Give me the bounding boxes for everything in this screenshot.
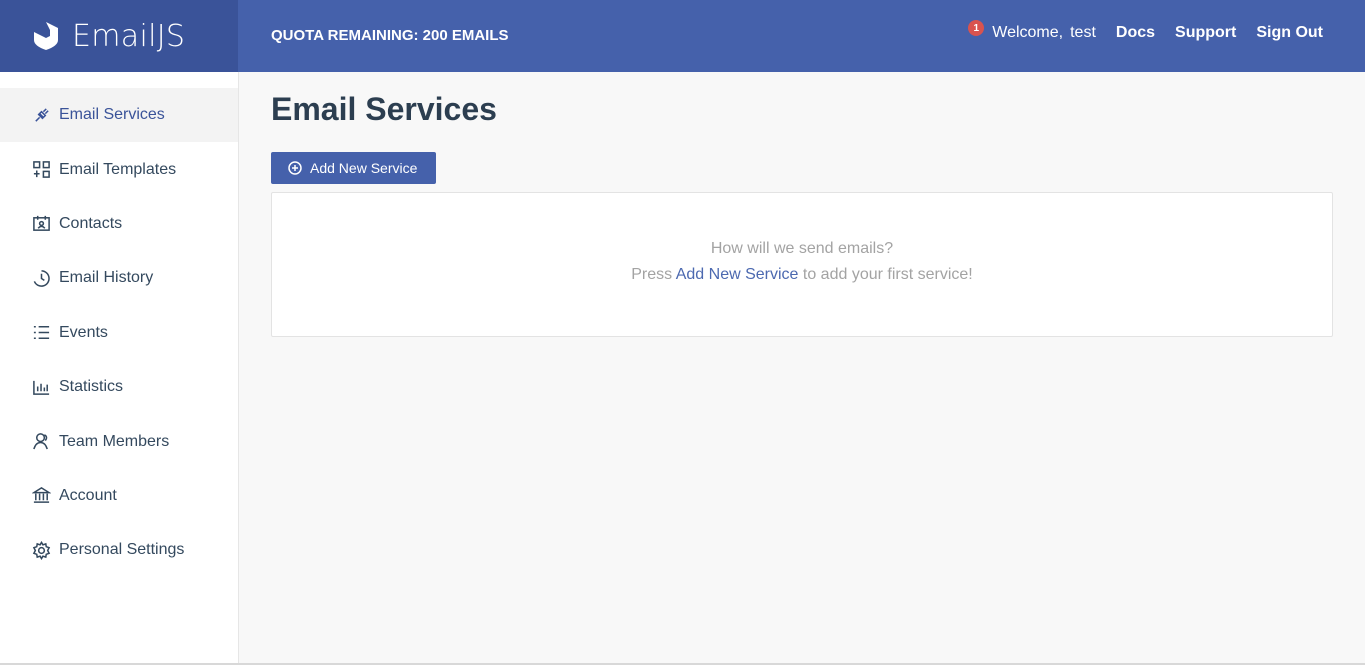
plug-icon <box>31 105 51 125</box>
sidebar-item-personal-settings[interactable]: Personal Settings <box>0 523 238 577</box>
support-link[interactable]: Support <box>1175 24 1236 42</box>
sign-out-link[interactable]: Sign Out <box>1256 24 1323 42</box>
sidebar-item-label: Email History <box>59 269 154 287</box>
sidebar-item-label: Statistics <box>59 378 124 396</box>
sidebar-item-label: Account <box>59 486 117 504</box>
user-welcome[interactable]: 1 Welcome, test <box>968 20 1096 42</box>
sidebar-item-events[interactable]: Events <box>0 306 238 360</box>
add-new-service-button[interactable]: Add New Service <box>271 152 436 184</box>
username[interactable]: test <box>1070 24 1096 42</box>
list-icon <box>31 323 51 343</box>
emailjs-logo-icon <box>34 22 58 50</box>
empty-state-hint: Press Add New Service to add your first … <box>272 266 1332 284</box>
sidebar-item-label: Email Templates <box>59 160 177 178</box>
sidebar-item-email-services[interactable]: Email Services <box>0 88 238 143</box>
brand-name: EmailJS <box>72 18 186 54</box>
sidebar-item-email-templates[interactable]: Email Templates <box>0 142 238 196</box>
empty-hint-prefix: Press <box>631 266 673 283</box>
team-icon <box>31 432 51 452</box>
empty-hint-suffix: to add your first service! <box>802 266 973 283</box>
sidebar-item-label: Personal Settings <box>59 541 185 559</box>
sidebar: Email Services Email Templates Contacts … <box>0 72 239 663</box>
sidebar-item-email-history[interactable]: Email History <box>0 251 238 305</box>
header-nav: 1 Welcome, test Docs Support Sign Out <box>968 20 1323 42</box>
add-new-service-link[interactable]: Add New Service <box>676 266 799 283</box>
sidebar-item-team-members[interactable]: Team Members <box>0 414 238 468</box>
welcome-text: Welcome, <box>992 24 1064 41</box>
empty-state-question: How will we send emails? <box>710 240 894 257</box>
sidebar-item-label: Team Members <box>59 432 170 450</box>
add-new-service-label: Add New Service <box>310 160 418 176</box>
chart-icon <box>31 377 51 397</box>
sidebar-item-label: Events <box>59 323 108 341</box>
plus-circle-icon <box>288 161 302 175</box>
sidebar-item-label: Contacts <box>59 214 123 232</box>
history-icon <box>31 268 51 288</box>
docs-link[interactable]: Docs <box>1116 24 1155 42</box>
brand[interactable]: EmailJS <box>0 0 238 72</box>
gear-icon <box>31 540 51 560</box>
page-title: Email Services <box>271 91 497 127</box>
template-icon <box>31 160 51 180</box>
quota-remaining: QUOTA REMAINING: 200 EMAILS <box>271 27 509 44</box>
sidebar-item-label: Email Services <box>59 106 165 124</box>
sidebar-item-account[interactable]: Account <box>0 469 238 523</box>
bank-icon <box>31 486 51 506</box>
sidebar-item-contacts[interactable]: Contacts <box>0 197 238 251</box>
contacts-icon <box>31 214 51 234</box>
empty-services-panel: How will we send emails? Press Add New S… <box>271 192 1333 337</box>
sidebar-item-statistics[interactable]: Statistics <box>0 360 238 414</box>
notification-badge[interactable]: 1 <box>968 20 985 36</box>
top-header: EmailJS QUOTA REMAINING: 200 EMAILS 1 We… <box>0 0 1365 72</box>
